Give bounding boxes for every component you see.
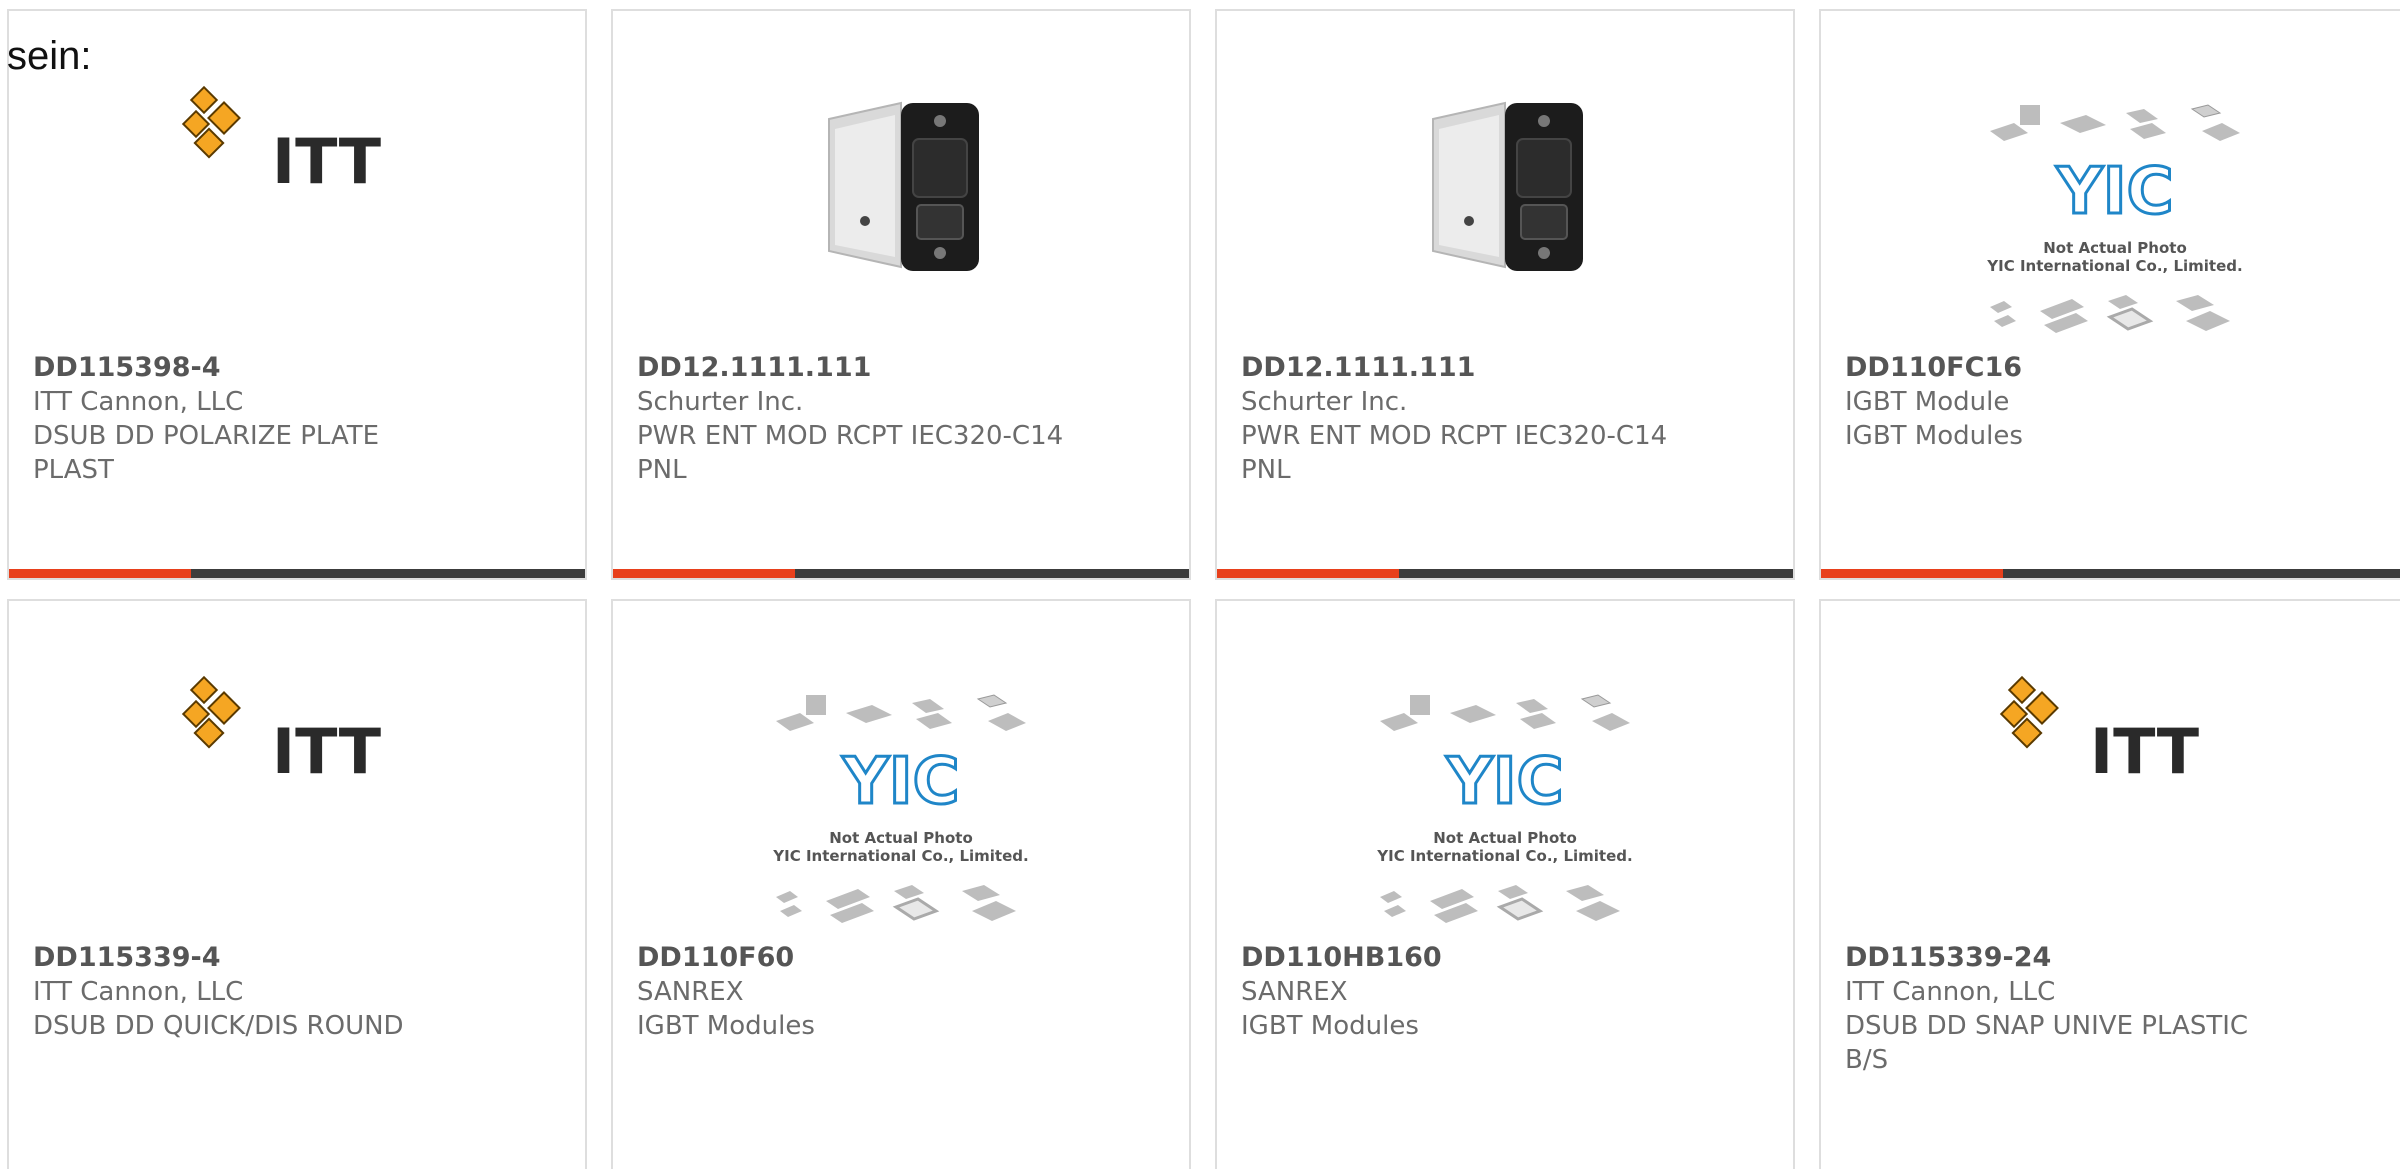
product-image[interactable]: YIC Not Actual Photo YIC International C… <box>1821 101 2400 361</box>
part-number[interactable]: DD12.1111.111 <box>637 351 1169 385</box>
photo-note: Not Actual Photo <box>2043 239 2187 257</box>
product-card[interactable]: ITT DD115339-4 ITT Cannon, LLC DSUB DD Q… <box>7 599 587 1169</box>
yic-placeholder-icon: YIC Not Actual Photo YIC International C… <box>772 694 1029 923</box>
product-card[interactable]: DD12.1111.111 Schurter Inc. PWR ENT MOD … <box>1215 9 1795 580</box>
part-number[interactable]: DD110F60 <box>637 941 1169 975</box>
product-image[interactable]: ITT <box>9 81 585 341</box>
part-number[interactable]: DD115339-4 <box>33 941 565 975</box>
card-bottom-bar <box>613 569 1189 578</box>
manufacturer: SANREX <box>1241 977 1348 1007</box>
manufacturer: SANREX <box>637 977 744 1007</box>
product-card[interactable]: DD12.1111.111 Schurter Inc. PWR ENT MOD … <box>611 9 1191 580</box>
product-card[interactable]: ITT DD115339-24 ITT Cannon, LLC DSUB DD … <box>1819 599 2400 1169</box>
manufacturer: ITT Cannon, LLC <box>33 977 244 1007</box>
product-image[interactable]: ITT <box>1821 671 2400 931</box>
photo-note: YIC International Co., Limited. <box>1376 847 1632 865</box>
product-image[interactable]: ITT <box>9 671 585 931</box>
product-card[interactable]: YIC Not Actual Photo YIC International C… <box>611 599 1191 1169</box>
yic-logo-text: YIC <box>841 745 959 819</box>
product-card[interactable]: YIC Not Actual Photo YIC International C… <box>1819 9 2400 580</box>
manufacturer: Schurter Inc. <box>1241 387 1408 417</box>
yic-logo-text: YIC <box>1445 745 1563 819</box>
part-number[interactable]: DD110FC16 <box>1845 351 2389 385</box>
description: DSUB DD SNAP UNIVE PLASTIC B/S <box>1845 1011 2249 1075</box>
itt-logo-icon: ITT <box>181 85 381 191</box>
yic-placeholder-icon: YIC Not Actual Photo YIC International C… <box>1376 694 1633 923</box>
itt-logo-icon: ITT <box>181 675 381 781</box>
manufacturer: ITT Cannon, LLC <box>33 387 244 417</box>
photo-note: YIC International Co., Limited. <box>1986 257 2242 275</box>
product-image[interactable]: YIC Not Actual Photo YIC International C… <box>1217 691 1793 951</box>
product-card[interactable]: YIC Not Actual Photo YIC International C… <box>1215 599 1795 1169</box>
product-image[interactable] <box>613 81 1189 341</box>
description: IGBT Modules <box>1845 421 2023 451</box>
description: DSUB DD POLARIZE PLATE PLAST <box>33 421 380 485</box>
description: PWR ENT MOD RCPT IEC320-C14 PNL <box>1241 421 1668 485</box>
yic-placeholder-icon: YIC Not Actual Photo YIC International C… <box>1986 104 2243 333</box>
part-number[interactable]: DD110HB160 <box>1241 941 1773 975</box>
manufacturer: ITT Cannon, LLC <box>1845 977 2056 1007</box>
product-image[interactable]: YIC Not Actual Photo YIC International C… <box>613 691 1189 951</box>
photo-note: Not Actual Photo <box>1433 829 1577 847</box>
card-bottom-bar <box>1821 569 2400 578</box>
description: IGBT Modules <box>1241 1011 1419 1041</box>
description: DSUB DD QUICK/DIS ROUND <box>33 1011 404 1041</box>
itt-logo-text: ITT <box>272 715 381 781</box>
product-image[interactable] <box>1217 81 1793 341</box>
yic-logo-text: YIC <box>2055 155 2173 229</box>
product-card[interactable]: ITT DD115398-4 ITT Cannon, LLC DSUB DD P… <box>7 9 587 580</box>
part-number[interactable]: DD115339-24 <box>1845 941 2389 975</box>
header-fragment: sein: <box>7 34 92 78</box>
description: PWR ENT MOD RCPT IEC320-C14 PNL <box>637 421 1064 485</box>
photo-note: YIC International Co., Limited. <box>772 847 1028 865</box>
card-bottom-bar <box>9 569 585 578</box>
itt-logo-icon: ITT <box>1999 675 2199 781</box>
part-number[interactable]: DD12.1111.111 <box>1241 351 1773 385</box>
description: IGBT Modules <box>637 1011 815 1041</box>
manufacturer: Schurter Inc. <box>637 387 804 417</box>
part-number[interactable]: DD115398-4 <box>33 351 565 385</box>
card-bottom-bar <box>1217 569 1793 578</box>
photo-note: Not Actual Photo <box>829 829 973 847</box>
itt-logo-text: ITT <box>272 125 381 191</box>
itt-logo-text: ITT <box>2090 715 2199 781</box>
power-entry-module-icon <box>828 101 979 271</box>
power-entry-module-icon <box>1432 101 1583 271</box>
manufacturer: IGBT Module <box>1845 387 2010 417</box>
